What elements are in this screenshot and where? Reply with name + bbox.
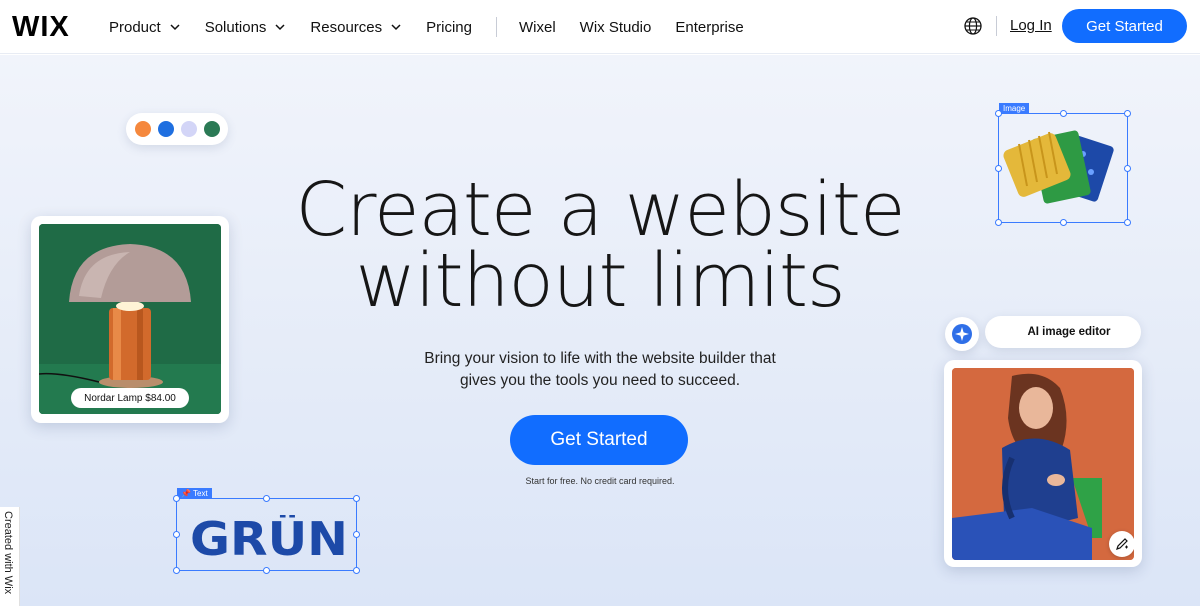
chevron-down-icon xyxy=(391,24,401,31)
nav-item-resources[interactable]: Resources xyxy=(310,19,402,36)
subtitle-line-2: gives you the tools you need to succeed. xyxy=(459,372,741,389)
color-swatch-blue[interactable] xyxy=(157,121,174,137)
image-selection-frame[interactable]: Image xyxy=(995,103,1131,226)
resize-handle[interactable] xyxy=(353,495,360,502)
lamp-illustration xyxy=(39,224,221,414)
resize-handle[interactable] xyxy=(263,495,270,502)
hero-section: Create a website without limits Bring yo… xyxy=(0,55,1200,606)
nav-item-label: Product xyxy=(109,18,161,36)
resize-handle[interactable] xyxy=(353,567,360,574)
resize-handle[interactable] xyxy=(1060,219,1067,226)
wix-logo[interactable]: WIX xyxy=(12,11,70,44)
chevron-down-icon xyxy=(170,24,180,31)
headline-line-2: without limits xyxy=(355,238,845,324)
nav-divider xyxy=(495,17,497,37)
resize-handle[interactable] xyxy=(1124,110,1131,117)
hero-headline: Create a website without limits xyxy=(200,173,1000,318)
nav-item-solutions[interactable]: Solutions xyxy=(205,19,287,36)
grun-text: GRÜN xyxy=(190,515,348,559)
color-swatch-orange[interactable] xyxy=(134,121,151,137)
resize-handle[interactable] xyxy=(353,531,360,538)
text-tag-label: Text xyxy=(193,489,208,498)
resize-handle[interactable] xyxy=(995,110,1002,117)
nav-item-pricing[interactable]: Pricing xyxy=(426,19,472,36)
grun-wordmark: GRÜN xyxy=(190,515,348,559)
resize-handle[interactable] xyxy=(995,165,1002,172)
ai-image-editor-button[interactable]: AI image editor xyxy=(985,316,1141,348)
resize-handle[interactable] xyxy=(1060,110,1067,117)
pin-icon: 📌 xyxy=(181,489,191,498)
nav-item-label: Pricing xyxy=(426,18,472,36)
created-with-wix-badge[interactable]: Created with Wix xyxy=(0,507,20,606)
ai-editor-label: AI image editor xyxy=(1027,326,1111,338)
portrait-illustration xyxy=(952,368,1134,560)
badge-label: Created with Wix xyxy=(2,511,14,595)
lamp-image: Nordar Lamp $84.00 xyxy=(39,224,221,414)
ai-sparkle-button[interactable] xyxy=(945,317,979,351)
portrait-card[interactable] xyxy=(944,360,1142,567)
top-navigation: WIX Product Solutions Resources Pricing … xyxy=(0,0,1200,54)
resize-handle[interactable] xyxy=(173,567,180,574)
image-tag: Image xyxy=(999,103,1030,114)
resize-handle[interactable] xyxy=(1124,165,1131,172)
portrait-image xyxy=(952,368,1134,560)
color-swatch-green[interactable] xyxy=(203,121,220,137)
hero-get-started-button[interactable]: Get Started xyxy=(510,415,688,465)
text-selection-frame[interactable]: 📌 Text GRÜN xyxy=(173,488,360,574)
nav-links: Product Solutions Resources Pricing Wixe… xyxy=(109,17,768,37)
edit-image-button[interactable] xyxy=(1109,531,1134,557)
nav-item-enterprise[interactable]: Enterprise xyxy=(675,19,743,36)
get-started-button[interactable]: Get Started xyxy=(1062,9,1187,43)
subtitle-line-1: Bring your vision to life with the websi… xyxy=(424,350,776,367)
resize-handle[interactable] xyxy=(173,495,180,502)
chevron-down-icon xyxy=(275,24,285,31)
price-tag: Nordar Lamp $84.00 xyxy=(71,388,189,408)
color-palette xyxy=(126,113,228,145)
nav-item-label: Solutions xyxy=(204,18,267,36)
resize-handle[interactable] xyxy=(1124,219,1131,226)
resize-handle[interactable] xyxy=(173,531,180,538)
nav-item-wixel[interactable]: Wixel xyxy=(519,19,556,36)
free-note: Start for free. No credit card required. xyxy=(525,476,675,486)
color-swatch-lavender[interactable] xyxy=(180,121,197,137)
nav-item-wix-studio[interactable]: Wix Studio xyxy=(580,19,652,36)
pencil-icon xyxy=(1116,538,1128,550)
product-card[interactable]: Nordar Lamp $84.00 xyxy=(31,216,229,423)
resize-handle[interactable] xyxy=(995,219,1002,226)
globe-icon[interactable] xyxy=(963,16,983,36)
login-link[interactable]: Log In xyxy=(1010,17,1052,34)
hero-subtitle: Bring your vision to life with the websi… xyxy=(380,348,820,392)
nav-item-label: Resources xyxy=(310,18,383,36)
nav-divider xyxy=(996,16,997,36)
resize-handle[interactable] xyxy=(263,567,270,574)
sparkle-icon xyxy=(952,324,972,344)
product-image xyxy=(1003,130,1114,204)
text-tag: 📌 Text xyxy=(177,488,212,499)
nav-item-product[interactable]: Product xyxy=(109,19,181,36)
